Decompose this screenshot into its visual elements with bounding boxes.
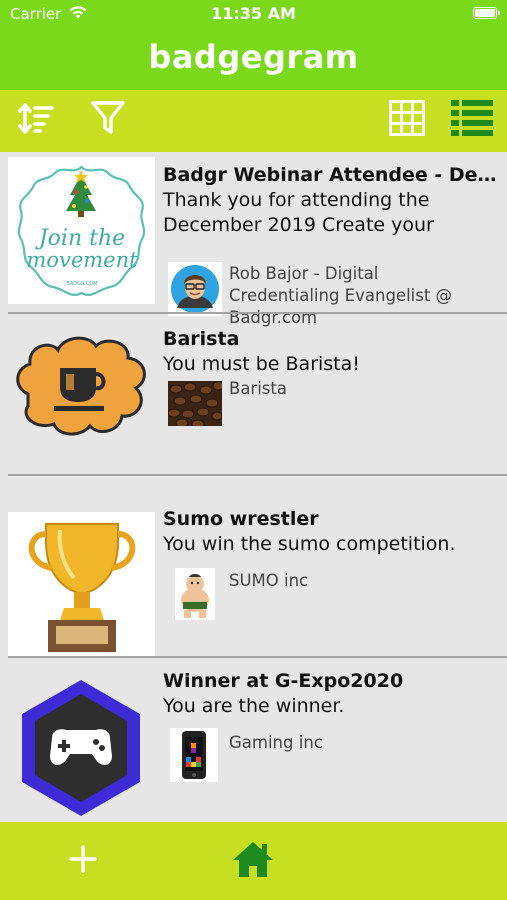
badge-image-text-2: movement (26, 248, 138, 272)
badge-image (8, 512, 155, 659)
clock: 11:35 AM (211, 4, 296, 23)
status-bar: Carrier 11:35 AM (0, 0, 507, 28)
filter-icon (90, 99, 126, 141)
list-item[interactable]: Winner at G-Expo2020 You are the winner.… (0, 658, 507, 821)
list-item[interactable]: Sumo wrestler You win the sumo competiti… (0, 496, 507, 659)
badge-description: You must be Barista! (163, 353, 360, 375)
issuer-avatar (175, 568, 215, 620)
issuer-avatar (168, 262, 222, 316)
home-icon (232, 840, 274, 882)
bottom-tab-bar (0, 822, 507, 900)
badge-image-text-3: BADGR.COM (66, 281, 97, 287)
issuer-avatar (168, 381, 222, 426)
grid-view-button[interactable] (385, 100, 429, 140)
list-view-icon (450, 99, 494, 141)
badge-description: You win the sumo competition. (163, 533, 456, 555)
badge-list: Join the movement BADGR.COM Badgr Webina… (0, 152, 507, 822)
badge-image (8, 314, 155, 461)
app-header: badgegram (0, 28, 507, 90)
issuer-name: Barista (229, 379, 287, 398)
add-button[interactable] (58, 836, 108, 886)
sort-icon (16, 100, 56, 140)
plus-icon (68, 844, 98, 878)
badge-image: Join the movement BADGR.COM (8, 157, 155, 304)
toolbar (0, 90, 507, 152)
badge-description: Thank you for attending the December 201… (163, 189, 434, 236)
badge-name: Sumo wrestler (163, 508, 319, 530)
issuer-avatar (170, 728, 218, 782)
issuer-name: Rob Bajor - Digital Credentialing Evange… (229, 264, 453, 327)
row-divider (8, 474, 507, 476)
battery-icon (473, 7, 500, 19)
list-item[interactable]: Barista You must be Barista! Barista (0, 314, 507, 496)
badge-description: You are the winner. (163, 695, 345, 717)
home-button[interactable] (228, 836, 278, 886)
issuer-name: Gaming inc (229, 733, 323, 752)
grid-view-icon (387, 98, 427, 142)
badge-name: Winner at G-Expo2020 (163, 670, 404, 692)
issuer-name: SUMO inc (229, 571, 309, 590)
sort-button[interactable] (14, 100, 58, 140)
badge-image (8, 674, 155, 821)
filter-button[interactable] (86, 100, 130, 140)
badge-name: Badgr Webinar Attendee - December 2019 (163, 164, 501, 186)
list-view-button[interactable] (450, 100, 494, 140)
list-item[interactable]: Join the movement BADGR.COM Badgr Webina… (0, 152, 507, 327)
badge-name: Barista (163, 328, 240, 350)
app-title: badgegram (148, 38, 359, 76)
